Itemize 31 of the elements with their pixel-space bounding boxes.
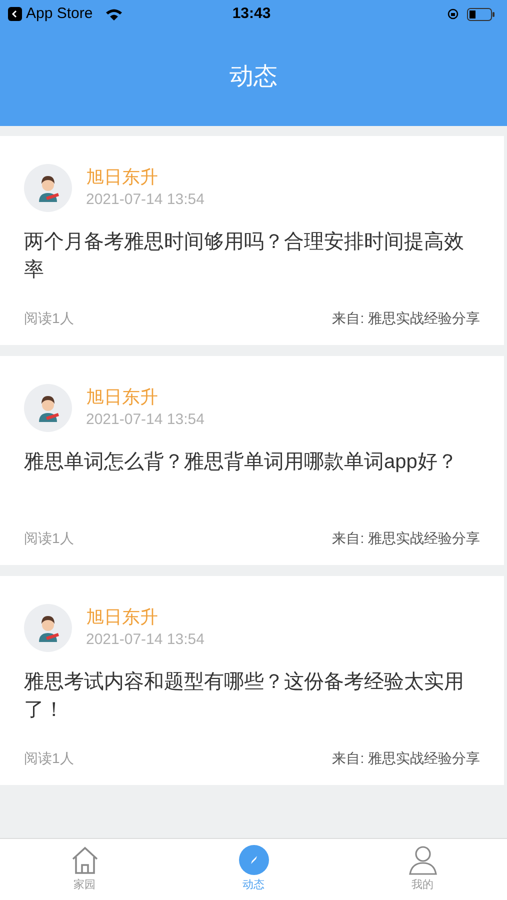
compass-icon [238, 845, 268, 876]
avatar-icon [24, 604, 72, 652]
post-title: 雅思考试内容和题型有哪些？这份备考经验太实用了！ [24, 670, 465, 723]
rotation-lock-icon [447, 8, 459, 20]
read-count: 阅读1人 [24, 309, 74, 328]
post-source: 来自: 雅思实战经验分享 [332, 529, 480, 548]
author-name: 旭日东升 [86, 166, 159, 189]
person-icon [408, 845, 438, 876]
avatar-icon [24, 384, 72, 432]
read-count: 阅读1人 [24, 749, 74, 768]
post-date: 2021-07-14 13:54 [86, 190, 204, 210]
home-icon [70, 845, 100, 876]
read-count: 阅读1人 [24, 529, 74, 548]
battery-icon [467, 8, 495, 20]
post-date: 2021-07-14 13:54 [86, 410, 204, 430]
post-title: 两个月备考雅思时间够用吗？合理安排时间提高效率 [24, 230, 465, 283]
post-card[interactable]: 旭日东升 2021-07-14 13:54 两个月备考雅思时间够用吗？合理安排时间提高效率 阅读1人 来自: 雅思实战经验分享 [0, 136, 504, 345]
post-source: 来自: 雅思实战经验分享 [332, 309, 480, 328]
post-card[interactable]: 旭日东升 2021-07-14 13:54 雅思单词怎么背？雅思背单词用哪款单词app好？ 阅读1人 来自: 雅思实战经验分享 [0, 356, 504, 565]
post-source: 来自: 雅思实战经验分享 [332, 749, 480, 768]
author-name: 旭日东升 [86, 386, 159, 409]
back-icon[interactable] [8, 7, 22, 21]
author-name: 旭日东升 [86, 606, 159, 629]
back-label[interactable]: App Store [26, 2, 93, 26]
page-title: 动态 [230, 62, 278, 92]
avatar-icon [24, 164, 72, 212]
post-card[interactable]: 旭日东升 2021-07-14 13:54 雅思考试内容和题型有哪些？这份备考经验太实用了！ 阅读1人 来自: 雅思实战经验分享 [0, 576, 504, 785]
wifi-icon [104, 8, 123, 20]
post-title: 雅思单词怎么背？雅思背单词用哪款单词app好？ [24, 450, 458, 475]
post-date: 2021-07-14 13:54 [86, 630, 204, 650]
status-time: 13:43 [232, 4, 271, 24]
